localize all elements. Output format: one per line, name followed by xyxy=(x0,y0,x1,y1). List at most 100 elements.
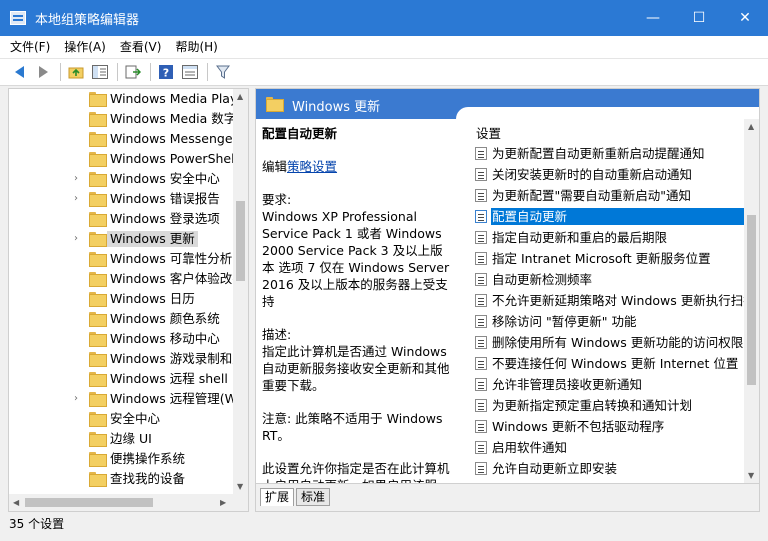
extended-description: 配置自动更新 编辑策略设置 要求: Windows XP Professiona… xyxy=(256,119,456,483)
tree-item-label: Windows 错误报告 xyxy=(110,191,220,206)
tree-horizontal-scrollbar[interactable]: ◀ ▶ xyxy=(9,494,248,511)
tree-hscroll-thumb[interactable] xyxy=(25,498,153,507)
tree-item-label: Windows 可靠性分析 xyxy=(110,251,233,266)
more-text: 此设置允许你指定是否在此计算机上启用自动更新。如果启用该服 xyxy=(262,461,450,483)
setting-row[interactable]: 指定自动更新和重启的最后期限 xyxy=(471,227,744,248)
up-folder-icon xyxy=(68,67,84,79)
menu-bar: 文件(F) 操作(A) 查看(V) 帮助(H) xyxy=(0,36,768,58)
properties-button[interactable] xyxy=(179,61,201,83)
expand-chevron-icon[interactable]: › xyxy=(74,233,84,245)
toolbar-separator xyxy=(207,63,208,81)
setting-row[interactable]: 允许非管理员接收更新通知 xyxy=(471,374,744,395)
policy-setting-icon xyxy=(475,462,487,475)
minimize-button[interactable]: — xyxy=(630,0,676,36)
export-list-button[interactable] xyxy=(122,61,144,83)
back-button[interactable] xyxy=(8,61,30,83)
tree-item[interactable]: Windows Media 数字 xyxy=(9,109,235,129)
setting-row[interactable]: Windows 更新不包括驱动程序 xyxy=(471,416,744,437)
expand-chevron-icon[interactable]: › xyxy=(74,393,84,405)
tree-item[interactable]: 安全中心 xyxy=(9,409,235,429)
tree-item[interactable]: Windows 远程 shell xyxy=(9,369,235,389)
setting-label: 为更新配置自动更新重新启动提醒通知 xyxy=(492,146,705,161)
tree-item[interactable]: Windows Messenger xyxy=(9,129,235,149)
menu-file[interactable]: 文件(F) xyxy=(3,36,57,58)
tree-item[interactable]: Windows PowerShell xyxy=(9,149,235,169)
setting-row[interactable]: 为更新配置自动更新重新启动提醒通知 xyxy=(471,143,744,164)
tree-item-label: 安全中心 xyxy=(110,411,161,426)
expand-chevron-icon[interactable]: › xyxy=(74,193,84,205)
tree-item[interactable]: Windows 移动中心 xyxy=(9,329,235,349)
setting-row[interactable]: 自动更新检测频率 xyxy=(471,269,744,290)
setting-label: 移除访问 "暂停更新" 功能 xyxy=(492,314,637,329)
tree-item[interactable]: 便携操作系统 xyxy=(9,449,235,469)
setting-row[interactable]: 为更新配置"需要自动重新启动"通知 xyxy=(471,185,744,206)
tree-item[interactable]: Windows 客户体验改善 xyxy=(9,269,235,289)
tree-vertical-scrollbar[interactable]: ▲ ▼ xyxy=(233,89,248,494)
tree-list: Windows Media Play Windows Media 数字 Window… xyxy=(9,89,235,494)
scroll-up-icon[interactable]: ▲ xyxy=(237,92,243,101)
setting-label: 删除使用所有 Windows 更新功能的访问权限 xyxy=(492,335,744,350)
tree-item[interactable]: › Windows 错误报告 xyxy=(9,189,235,209)
tab-standard[interactable]: 标准 xyxy=(296,488,331,506)
setting-label: 为更新指定预定重启转换和通知计划 xyxy=(492,398,693,413)
tab-extended[interactable]: 扩展 xyxy=(260,488,295,506)
setting-row[interactable]: 指定 Intranet Microsoft 更新服务位置 xyxy=(471,248,744,269)
setting-row[interactable]: 移除访问 "暂停更新" 功能 xyxy=(471,311,744,332)
expand-chevron-icon[interactable]: › xyxy=(74,173,84,185)
tree-item[interactable]: Windows 颜色系统 xyxy=(9,309,235,329)
settings-column-header[interactable]: 设置 xyxy=(476,123,501,142)
menu-view[interactable]: 查看(V) xyxy=(113,36,169,58)
settings-scroll-thumb[interactable] xyxy=(747,215,756,385)
edit-policy-link[interactable]: 策略设置 xyxy=(287,159,337,174)
tree-item-label: Windows 登录选项 xyxy=(110,211,220,226)
tree-item[interactable]: Windows 登录选项 xyxy=(9,209,235,229)
setting-row[interactable]: 允许自动更新立即安装 xyxy=(471,458,744,479)
menu-help[interactable]: 帮助(H) xyxy=(168,36,224,58)
tree-item[interactable]: Windows 可靠性分析 xyxy=(9,249,235,269)
scroll-down-icon[interactable]: ▼ xyxy=(237,482,243,491)
setting-row[interactable]: 为更新指定预定重启转换和通知计划 xyxy=(471,395,744,416)
tree-item-label: Windows Media Play xyxy=(110,91,235,106)
tree-item[interactable]: Windows 游戏录制和广 xyxy=(9,349,235,369)
setting-row[interactable]: 不允许更新延期策略对 Windows 更新执行扫描 xyxy=(471,290,756,311)
close-button[interactable]: ✕ xyxy=(722,0,768,36)
tree-item[interactable]: 查找我的设备 xyxy=(9,469,235,489)
description-text: 指定此计算机是否通过 Windows 自动更新服务接收安全更新和其他重要下载。 xyxy=(262,344,450,393)
setting-row[interactable]: 不要连接任何 Windows 更新 Internet 位置 xyxy=(471,353,744,374)
help-button[interactable]: ? xyxy=(155,61,177,83)
status-text: 35 个设置 xyxy=(9,517,65,531)
settings-vertical-scrollbar[interactable]: ▲ ▼ xyxy=(744,119,759,483)
policy-setting-icon xyxy=(475,357,487,370)
forward-button[interactable] xyxy=(32,61,54,83)
setting-row[interactable]: 删除使用所有 Windows 更新功能的访问权限 xyxy=(471,332,744,353)
folder-icon xyxy=(89,232,107,247)
scroll-left-icon[interactable]: ◀ xyxy=(13,498,19,507)
scroll-right-icon[interactable]: ▶ xyxy=(220,498,226,507)
tree-item[interactable]: Windows Media Play xyxy=(9,89,235,109)
setting-label: 不允许更新延期策略对 Windows 更新执行扫描 xyxy=(492,293,756,308)
folder-icon xyxy=(89,332,107,347)
folder-icon xyxy=(89,372,107,387)
folder-icon xyxy=(89,212,107,227)
edit-policy-line: 编辑策略设置 xyxy=(262,158,450,175)
tree-scroll-thumb[interactable] xyxy=(236,201,245,281)
filter-button[interactable] xyxy=(212,61,234,83)
tree-item[interactable]: Windows 日历 xyxy=(9,289,235,309)
scroll-down-icon[interactable]: ▼ xyxy=(748,471,754,480)
maximize-button[interactable]: ☐ xyxy=(676,0,722,36)
toolbar-separator xyxy=(150,63,151,81)
up-folder-button[interactable] xyxy=(65,61,87,83)
scroll-up-icon[interactable]: ▲ xyxy=(748,122,754,131)
setting-row[interactable]: 关闭安装更新时的自动重新启动通知 xyxy=(471,164,744,185)
setting-label: 关闭安装更新时的自动重新启动通知 xyxy=(492,167,693,182)
menu-action[interactable]: 操作(A) xyxy=(57,36,113,58)
setting-row[interactable]: 配置自动更新 xyxy=(471,206,744,227)
settings-list: 设置 为更新配置自动更新重新启动提醒通知 关闭安装更新时的自动重新启动通知为更新配… xyxy=(471,119,759,483)
tree-item[interactable]: › Windows 更新 xyxy=(9,229,235,249)
folder-icon xyxy=(89,132,107,147)
tree-item[interactable]: › Windows 远程管理(W xyxy=(9,389,235,409)
show-tree-button[interactable] xyxy=(89,61,111,83)
setting-row[interactable]: 启用软件通知 xyxy=(471,437,744,458)
tree-item[interactable]: › Windows 安全中心 xyxy=(9,169,235,189)
tree-item[interactable]: 边缘 UI xyxy=(9,429,235,449)
